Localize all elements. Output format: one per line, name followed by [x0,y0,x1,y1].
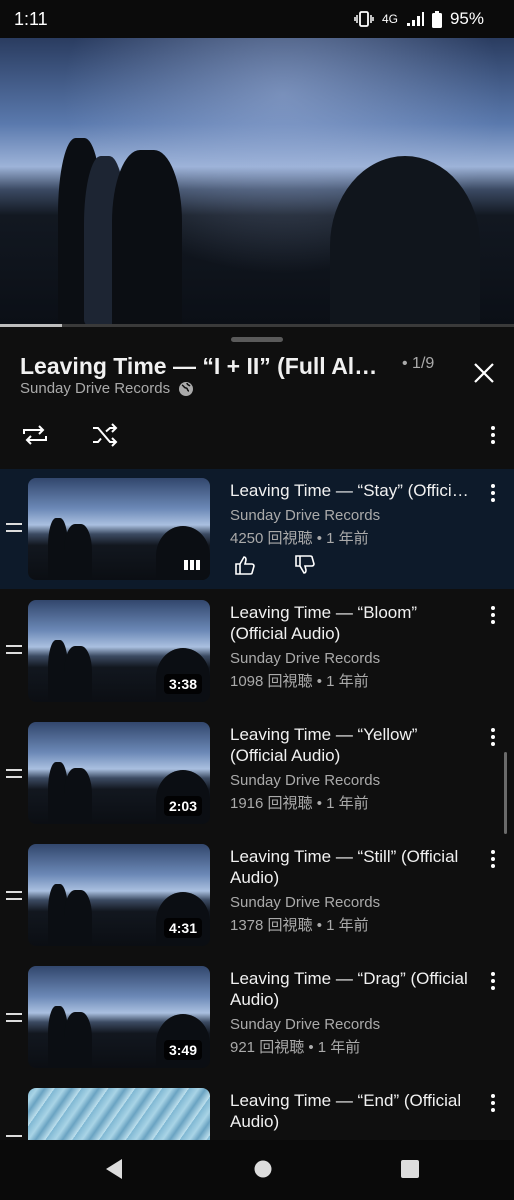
close-icon[interactable] [470,359,498,387]
video-thumbnail[interactable]: 2:03 [28,722,210,824]
item-channel: Sunday Drive Records [230,1016,381,1033]
video-thumbnail[interactable] [28,1088,210,1140]
item-meta: 921 回視聴 • 1 年前 [230,1039,361,1056]
playlist-position: • 1/9 [402,355,435,372]
playlist-panel: Leaving Time — “I + II” (Full Album) • 1… [0,327,514,1140]
globe-icon [179,381,194,396]
duration-badge: 3:49 [163,1040,202,1060]
item-channel: Sunday Drive Records [230,772,381,789]
status-bar: 1:11 4G 95% [0,0,514,38]
vibrate-icon [354,11,374,27]
drag-handle-icon[interactable] [6,769,22,778]
thumbs-down-icon[interactable] [294,555,316,575]
video-thumbnail[interactable]: 4:31 [28,844,210,946]
drag-handle-icon[interactable] [6,1013,22,1022]
duration-badge: 2:03 [163,796,202,816]
item-channel: Sunday Drive Records [230,507,381,524]
playlist-item[interactable]: Leaving Time — “Stay” (Official Audio) S… [0,469,514,589]
item-title: Leaving Time — “Drag” (Official Audio) [230,969,468,1009]
item-meta: 4250 回視聴 • 1 年前 [230,530,369,547]
playlist-channel[interactable]: Sunday Drive Records [20,380,194,397]
recents-icon[interactable] [400,1158,420,1180]
item-title: Leaving Time — “Yellow” (Official Audio) [230,725,418,765]
panel-drag-handle[interactable] [231,337,283,342]
item-more-icon[interactable] [486,484,500,502]
drag-handle-icon[interactable] [6,891,22,900]
item-title: Leaving Time — “Bloom” (Official Audio) [230,603,418,643]
item-channel: Sunday Drive Records [230,650,381,667]
playlist-item[interactable]: Leaving Time — “End” (Official Audio) [0,1079,514,1140]
drag-handle-icon[interactable] [6,645,22,654]
signal-icon [406,12,424,26]
item-meta: 1378 回視聴 • 1 年前 [230,917,369,934]
repeat-icon[interactable] [20,421,50,449]
item-title: Leaving Time — “Stay” (Official Audio) [230,481,478,500]
shuffle-icon[interactable] [90,421,120,449]
video-thumbnail[interactable] [28,478,210,580]
home-icon[interactable] [253,1158,273,1180]
playlist-item[interactable]: 3:49 Leaving Time — “Drag” (Official Aud… [0,957,514,1077]
video-thumbnail[interactable]: 3:49 [28,966,210,1068]
now-playing-icon [184,560,200,570]
video-player[interactable] [0,38,514,324]
item-more-icon[interactable] [486,606,500,624]
thumbs-up-icon[interactable] [234,555,256,575]
duration-badge: 3:38 [163,674,202,694]
item-meta: 1098 回視聴 • 1 年前 [230,673,369,690]
item-more-icon[interactable] [486,728,500,746]
video-thumbnail[interactable]: 3:38 [28,600,210,702]
video-figure [112,150,182,324]
playlist-item[interactable]: 3:38 Leaving Time — “Bloom” (Official Au… [0,591,514,711]
back-icon[interactable] [104,1158,124,1180]
item-channel: Sunday Drive Records [230,894,381,911]
item-more-icon[interactable] [486,972,500,990]
status-time: 1:11 [14,9,48,29]
playlist-more-icon[interactable] [486,426,500,444]
scrollbar[interactable] [504,752,507,834]
playlist-item[interactable]: 4:31 Leaving Time — “Still” (Official Au… [0,835,514,955]
status-icons: 4G 95% [354,9,484,29]
item-more-icon[interactable] [486,1094,500,1112]
item-meta: 1916 回視聴 • 1 年前 [230,795,369,812]
battery-icon [431,10,442,28]
item-title: Leaving Time — “End” (Official Audio) [230,1091,462,1131]
system-nav-bar [0,1140,514,1200]
playlist-item[interactable]: 2:03 Leaving Time — “Yellow” (Official A… [0,713,514,833]
video-figure [330,156,480,324]
item-more-icon[interactable] [486,850,500,868]
playlist-channel-name: Sunday Drive Records [20,380,171,397]
drag-handle-icon[interactable] [6,523,22,532]
playlist-title[interactable]: Leaving Time — “I + II” (Full Album) [20,353,390,380]
duration-badge: 4:31 [163,918,202,938]
battery-percent: 95% [449,9,484,28]
network-type: 4G [381,12,398,26]
item-title: Leaving Time — “Still” (Official Audio) [230,847,459,887]
